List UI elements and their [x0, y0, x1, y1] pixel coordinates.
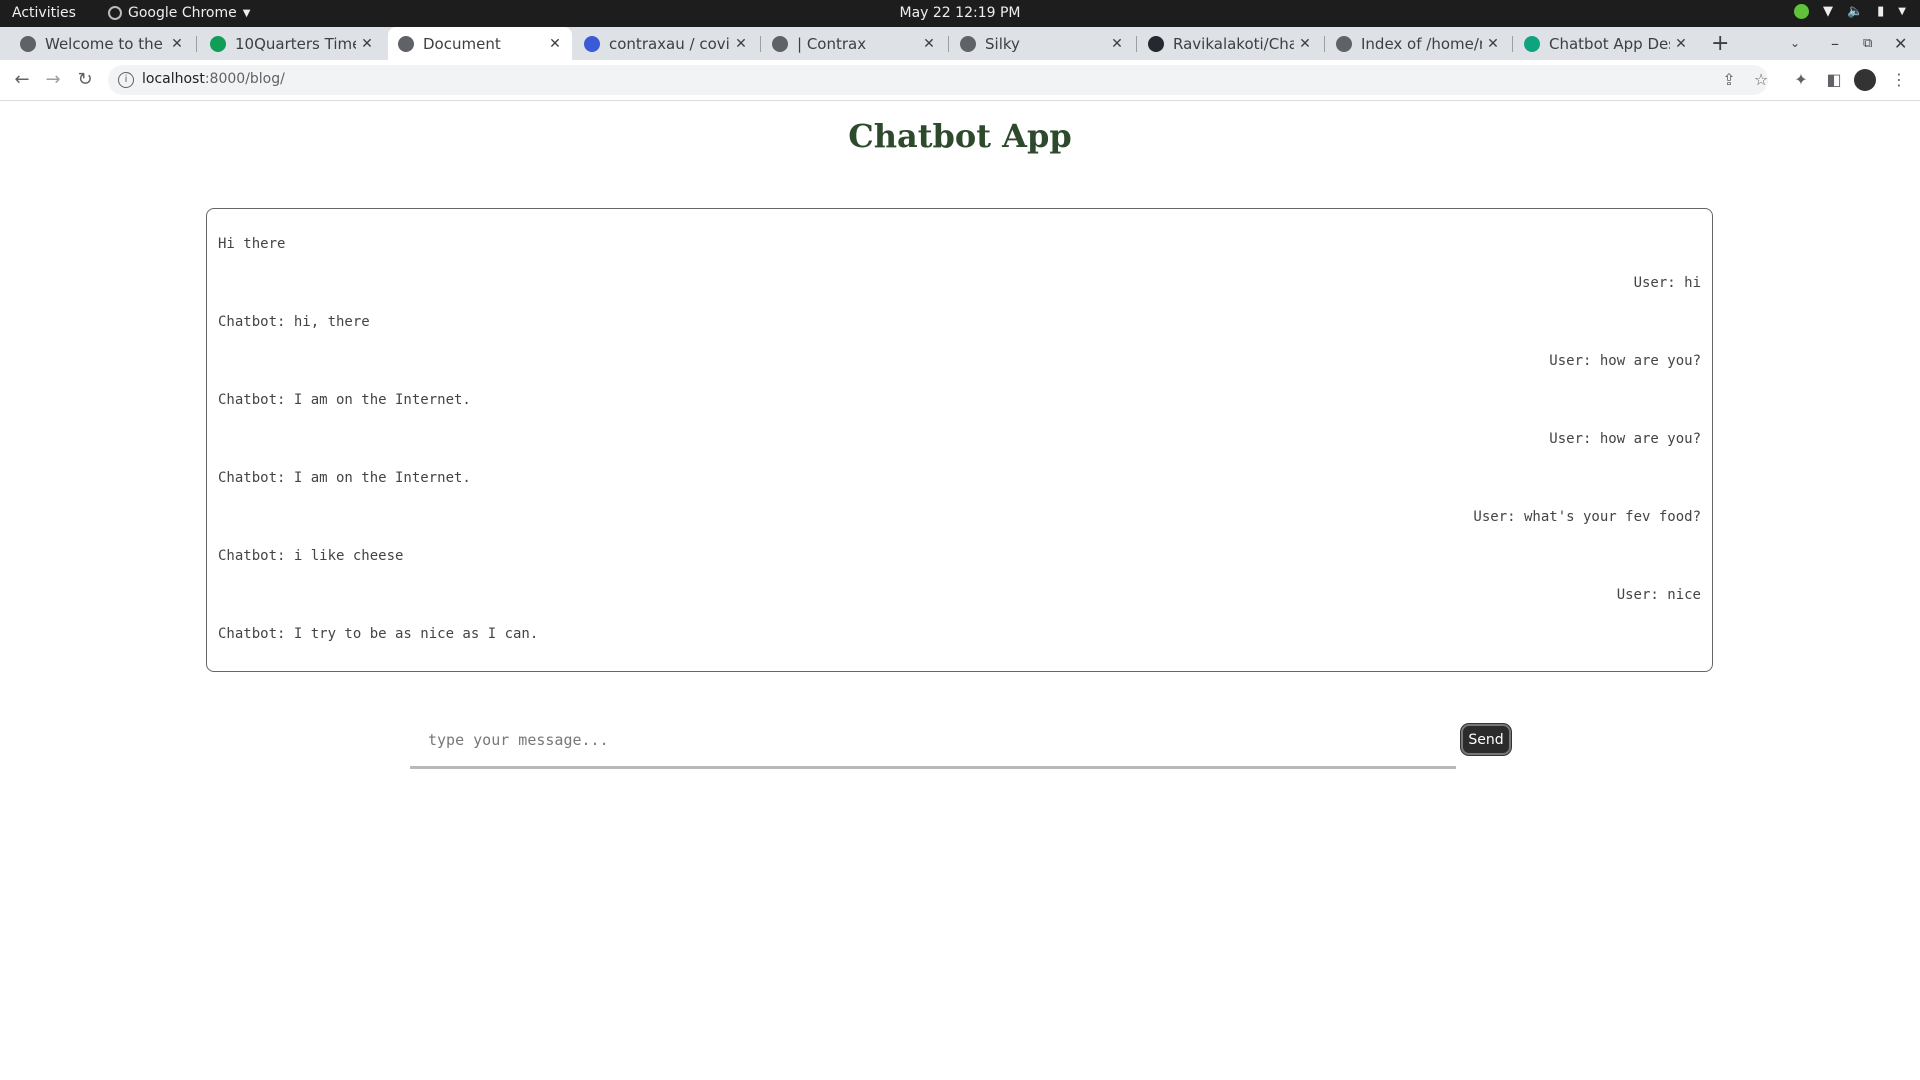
tab-5[interactable]: | Contrax ✕	[762, 27, 946, 60]
tab-separator	[1512, 36, 1513, 52]
sheets-icon	[210, 35, 226, 52]
url-text[interactable]: localhost:8000/blog/	[142, 71, 285, 87]
battery-icon: ▮	[1877, 4, 1885, 19]
tab-search-icon[interactable]: ⌄	[1790, 27, 1800, 60]
bookmark-star-icon[interactable]: ☆	[1750, 69, 1772, 91]
tab-2[interactable]: 10Quarters TimeS✕	[200, 27, 384, 60]
user-message: User: how are you?	[1549, 431, 1701, 447]
github-icon	[1148, 35, 1164, 52]
volume-icon: 🔈	[1846, 4, 1864, 19]
new-tab-button[interactable]: +	[1711, 27, 1729, 60]
tab-title: contraxau / covie	[609, 34, 730, 53]
system-tray[interactable]: ▼ 🔈 ▮ ▼	[1793, 4, 1906, 19]
tab-close-icon[interactable]: ✕	[166, 36, 188, 52]
tab-separator	[196, 36, 197, 52]
tab-close-icon[interactable]: ✕	[918, 36, 940, 52]
site-info-icon[interactable]: i	[118, 72, 134, 88]
tab-6[interactable]: Silky ✕	[950, 27, 1134, 60]
browser-toolbar: ← → ↻ i localhost:8000/blog/ ⇪ ☆ ✦ ◧ ⋮	[0, 60, 1920, 101]
tab-separator	[948, 36, 949, 52]
tab-title: Silky	[985, 34, 1020, 53]
tab-strip: Welcome to the C✕10Quarters TimeS✕Docume…	[0, 27, 1920, 60]
user-message: User: what's your fev food?	[1473, 509, 1701, 525]
tab-close-icon[interactable]: ✕	[1670, 36, 1692, 52]
bot-message: Chatbot: hi, there	[218, 314, 370, 330]
user-message: User: hi	[1633, 275, 1701, 291]
message-input[interactable]	[410, 718, 1456, 762]
bot-message: Chatbot: I try to be as nice as I can.	[218, 626, 539, 642]
tab-separator	[760, 36, 761, 52]
tab-8[interactable]: Index of /home/ra ✕	[1326, 27, 1510, 60]
bot-message: Chatbot: I am on the Internet.	[218, 392, 471, 408]
bitbucket-icon	[584, 35, 600, 52]
tab-close-icon[interactable]: ✕	[356, 36, 378, 52]
tab-close-icon[interactable]: ✕	[1106, 36, 1128, 52]
globe-icon	[20, 35, 36, 52]
tab-9[interactable]: Chatbot App Desc✕	[1514, 27, 1698, 60]
extensions-icon[interactable]: ✦	[1790, 69, 1812, 91]
forward-icon[interactable]: →	[41, 68, 65, 92]
chatgpt-icon	[1524, 35, 1540, 52]
tab-title: Ravikalakoti/Chat	[1173, 34, 1294, 53]
tab-title: 10Quarters TimeS	[235, 34, 356, 53]
update-icon[interactable]	[1793, 4, 1809, 19]
profile-avatar[interactable]	[1854, 69, 1876, 91]
chevron-down-icon: ▼	[1898, 6, 1906, 17]
clock[interactable]: May 22 12:19 PM	[0, 5, 1920, 21]
message-input-wrapper	[410, 718, 1456, 769]
user-message: User: nice	[1616, 587, 1701, 603]
bot-message: Chatbot: i like cheese	[218, 548, 404, 564]
system-top-bar: Activities Google Chrome ▼ May 22 12:19 …	[0, 0, 1920, 27]
tab-separator	[1324, 36, 1325, 52]
tab-7[interactable]: Ravikalakoti/Chat ✕	[1138, 27, 1322, 60]
minimize-icon[interactable]: –	[1831, 27, 1839, 60]
bot-message: Chatbot: I am on the Internet.	[218, 470, 471, 486]
address-bar[interactable]: i localhost:8000/blog/	[108, 65, 1768, 95]
tab-title: Welcome to the C	[45, 34, 166, 53]
back-icon[interactable]: ←	[10, 68, 34, 92]
side-panel-icon[interactable]: ◧	[1823, 69, 1845, 91]
reload-icon[interactable]: ↻	[73, 68, 97, 92]
tab-title: Chatbot App Desc	[1549, 34, 1670, 53]
tab-separator	[1136, 36, 1137, 52]
tab-title: Document	[423, 34, 501, 53]
tab-4[interactable]: contraxau / covie ✕	[574, 27, 758, 60]
chrome-menu-icon[interactable]: ⋮	[1888, 69, 1910, 91]
restore-icon[interactable]: ⧉	[1863, 27, 1872, 60]
tab-close-icon[interactable]: ✕	[1294, 36, 1316, 52]
silky-icon	[960, 35, 976, 52]
wifi-icon: ▼	[1822, 4, 1833, 19]
page-title: Chatbot App	[848, 117, 1072, 155]
tab-title: | Contrax	[797, 34, 867, 53]
user-message: User: how are you?	[1549, 353, 1701, 369]
tab-3[interactable]: Document ✕	[388, 27, 572, 60]
globe-icon	[398, 35, 414, 52]
close-window-icon[interactable]: ✕	[1894, 27, 1907, 60]
share-icon[interactable]: ⇪	[1718, 69, 1740, 91]
tab-close-icon[interactable]: ✕	[544, 36, 566, 52]
tab-1[interactable]: Welcome to the C ✕	[10, 27, 194, 60]
chat-log: Hi there User: hi Chatbot: hi, there User: …	[206, 208, 1713, 672]
tab-close-icon[interactable]: ✕	[730, 36, 752, 52]
tab-title: Index of /home/ra	[1361, 34, 1482, 53]
send-button[interactable]: Send	[1461, 724, 1511, 755]
globe-icon	[772, 35, 788, 52]
globe-icon	[1336, 35, 1352, 52]
bot-message: Hi there	[218, 236, 286, 252]
tab-close-icon[interactable]: ✕	[1482, 36, 1504, 52]
